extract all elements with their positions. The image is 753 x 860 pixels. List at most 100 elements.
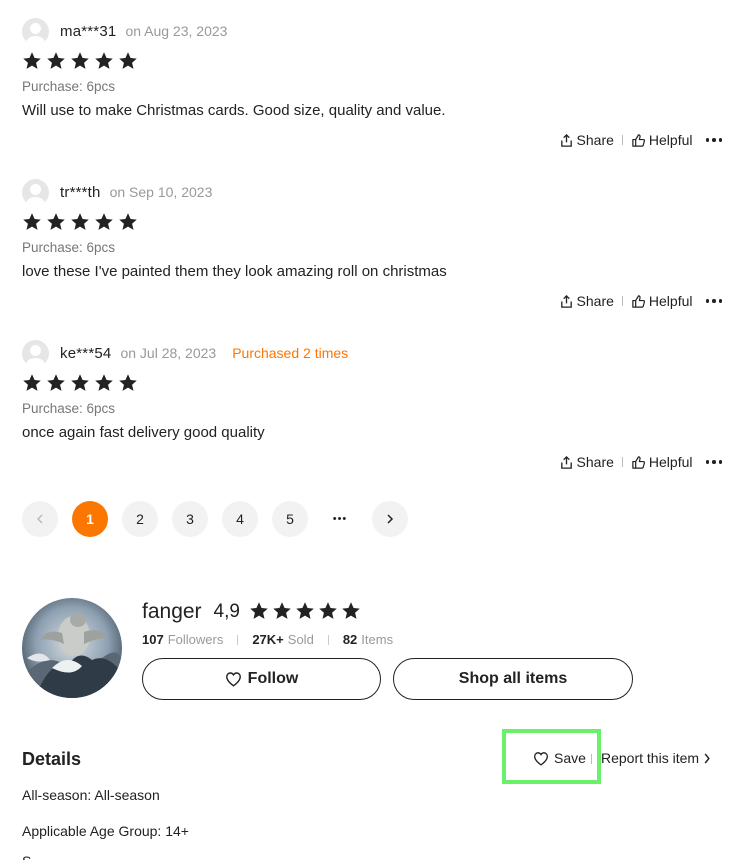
reviewer-name: ma***31 — [60, 22, 117, 40]
report-item-link[interactable]: Report this item — [601, 750, 711, 766]
divider — [621, 457, 623, 467]
divider — [327, 634, 329, 645]
review: ke***54 on Jul 28, 2023 Purchased 2 time… — [22, 338, 722, 470]
share-label: Share — [576, 454, 614, 470]
star-icon — [319, 602, 337, 619]
follow-label: Follow — [247, 670, 299, 687]
star-icon — [47, 374, 65, 391]
store-name[interactable]: fanger — [142, 600, 202, 624]
helpful-button[interactable]: Helpful — [631, 454, 693, 470]
more-options-button[interactable] — [705, 460, 722, 464]
review: ma***31 on Aug 23, 2023 Purchase: 6pcs W… — [22, 16, 722, 148]
chevron-right-icon — [387, 514, 394, 524]
divider — [621, 135, 623, 145]
review-actions: Share Helpful — [559, 454, 722, 470]
divider — [591, 754, 592, 764]
user-avatar — [22, 17, 49, 45]
review-stars — [22, 373, 722, 395]
store-avatar[interactable] — [22, 598, 122, 698]
helpful-label: Helpful — [648, 293, 693, 309]
reviewer-name: tr***th — [60, 183, 101, 201]
star-icon — [95, 374, 113, 391]
page-5-button[interactable]: 5 — [272, 501, 308, 537]
divider — [237, 634, 239, 645]
chevron-left-icon — [36, 514, 43, 524]
helpful-button[interactable]: Helpful — [631, 132, 693, 148]
review-text: love these I've painted them they look a… — [22, 263, 447, 280]
detail-row: S — [22, 853, 31, 860]
purchase-variant: Purchase: 6pcs — [22, 401, 116, 416]
save-label: Save — [554, 750, 586, 766]
detail-row: All-season: All-season — [22, 787, 160, 803]
star-icon — [95, 52, 113, 69]
pagination-ellipsis[interactable]: ••• — [322, 501, 358, 537]
sold-label: Sold — [287, 632, 314, 647]
pagination: 1 2 3 4 5 ••• — [22, 501, 408, 537]
star-icon — [273, 602, 291, 619]
thumbs-up-icon — [632, 133, 645, 147]
share-button[interactable]: Share — [559, 454, 614, 470]
star-icon — [95, 213, 113, 230]
star-icon — [23, 374, 41, 391]
shop-all-label: Shop all items — [458, 670, 568, 687]
helpful-button[interactable]: Helpful — [631, 293, 693, 309]
star-icon — [71, 213, 89, 230]
share-label: Share — [576, 293, 614, 309]
share-icon — [560, 294, 572, 308]
review-date: on Sep 10, 2023 — [109, 184, 213, 200]
review-actions: Share Helpful — [559, 132, 722, 148]
followers-count: 107 — [142, 632, 164, 647]
share-button[interactable]: Share — [559, 132, 614, 148]
page-2-button[interactable]: 2 — [122, 501, 158, 537]
star-icon — [47, 52, 65, 69]
user-avatar — [22, 339, 49, 367]
store-stats: 107 Followers 27K+ Sold 82 Items — [142, 632, 393, 647]
store-logo-image — [22, 598, 122, 698]
shop-all-items-button[interactable]: Shop all items — [393, 658, 633, 700]
store-rating: 4,9 — [213, 601, 240, 622]
next-page-button[interactable] — [372, 501, 408, 537]
share-button[interactable]: Share — [559, 293, 614, 309]
purchase-variant: Purchase: 6pcs — [22, 79, 116, 94]
page-3-button[interactable]: 3 — [172, 501, 208, 537]
items-label: Items — [361, 632, 394, 647]
prev-page-button[interactable] — [22, 501, 58, 537]
detail-row: Applicable Age Group: 14+ — [22, 823, 189, 839]
share-icon — [560, 455, 572, 469]
purchase-variant: Purchase: 6pcs — [22, 240, 116, 255]
helpful-label: Helpful — [648, 132, 693, 148]
more-options-button[interactable] — [705, 138, 722, 142]
sold-count: 27K+ — [252, 632, 284, 647]
star-icon — [119, 374, 137, 391]
review: tr***th on Sep 10, 2023 Purchase: 6pcs l… — [22, 177, 722, 309]
report-label: Report this item — [601, 750, 700, 766]
review-date: on Jul 28, 2023 — [120, 345, 217, 361]
star-icon — [71, 374, 89, 391]
star-icon — [296, 602, 314, 619]
repeat-purchase-badge: Purchased 2 times — [232, 345, 349, 361]
user-avatar — [22, 178, 49, 206]
chevron-right-icon — [704, 752, 710, 764]
page-1-button[interactable]: 1 — [72, 501, 108, 537]
star-icon — [342, 602, 360, 619]
thumbs-up-icon — [632, 294, 645, 308]
divider — [621, 296, 623, 306]
review-text: Will use to make Christmas cards. Good s… — [22, 102, 446, 119]
more-options-button[interactable] — [705, 299, 722, 303]
review-actions: Share Helpful — [559, 293, 722, 309]
review-stars — [22, 212, 722, 234]
save-button[interactable]: Save — [533, 750, 586, 766]
star-icon — [23, 213, 41, 230]
star-icon — [119, 52, 137, 69]
followers-label: Followers — [167, 632, 224, 647]
follow-button[interactable]: Follow — [142, 658, 381, 700]
thumbs-up-icon — [632, 455, 645, 469]
review-text: once again fast delivery good quality — [22, 424, 265, 441]
star-icon — [71, 52, 89, 69]
page-4-button[interactable]: 4 — [222, 501, 258, 537]
share-icon — [560, 133, 572, 147]
heart-icon — [225, 672, 241, 687]
share-label: Share — [576, 132, 614, 148]
star-icon — [23, 52, 41, 69]
star-icon — [119, 213, 137, 230]
